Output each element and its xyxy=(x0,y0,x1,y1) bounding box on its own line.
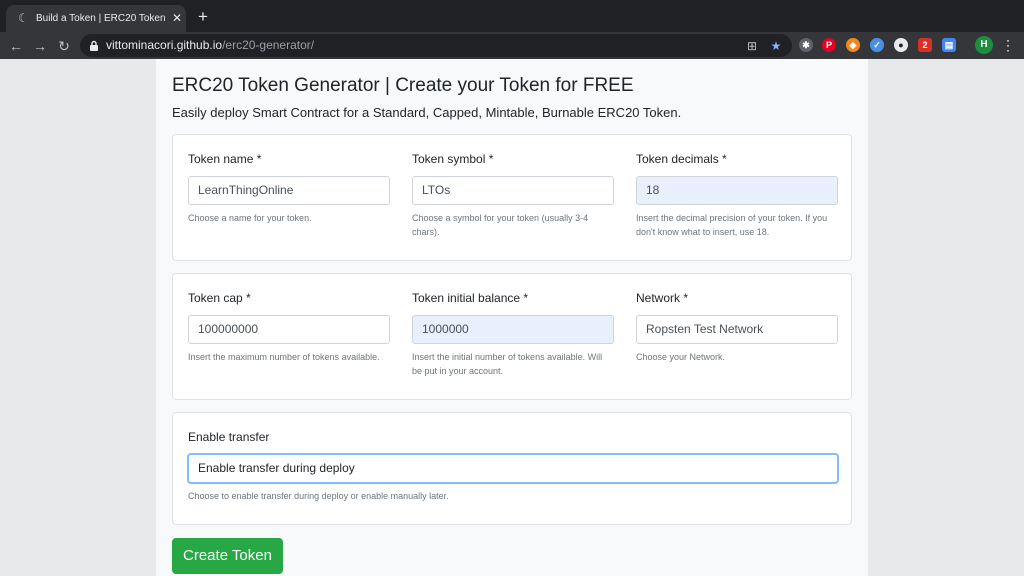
reload-icon[interactable]: ↻ xyxy=(54,36,74,56)
back-arrow-icon[interactable]: ← xyxy=(6,36,26,56)
enable-transfer-label: Enable transfer xyxy=(188,430,270,444)
token-details-card: Token name * LearnThingOnline Choose a n… xyxy=(172,134,852,261)
initial-balance-label: Token initial balance * xyxy=(412,291,529,305)
browser-tabstrip: ☾ Build a Token | ERC20 Token G ✕ + xyxy=(0,0,1024,32)
token-symbol-help: Choose a symbol for your token (usually … xyxy=(412,213,589,237)
browser-menu-icon[interactable]: ⋮ xyxy=(1001,36,1015,54)
page-title: ERC20 Token Generator | Create your Toke… xyxy=(172,75,634,96)
new-tab-button[interactable]: + xyxy=(194,8,212,26)
initial-balance-input[interactable]: 1000000 xyxy=(412,315,614,344)
network-select[interactable]: Ropsten Test Network xyxy=(636,315,838,344)
token-supply-card: Token cap * 100000000 Insert the maximum… xyxy=(172,273,852,400)
page-container: ERC20 Token Generator | Create your Toke… xyxy=(156,59,868,576)
token-cap-label: Token cap * xyxy=(188,291,251,305)
token-decimals-input[interactable]: 18 xyxy=(636,176,838,205)
enable-transfer-help: Choose to enable transfer during deploy … xyxy=(188,491,449,501)
address-bar[interactable]: vittominacori.github.io/erc20-generator/… xyxy=(80,34,792,57)
url-host: vittominacori.github.io xyxy=(106,38,223,52)
url-path: /erc20-generator/ xyxy=(222,38,315,52)
network-help: Choose your Network. xyxy=(636,352,726,362)
forward-arrow-icon[interactable]: → xyxy=(30,36,50,56)
tab-close-icon[interactable]: ✕ xyxy=(170,11,184,25)
browser-tab[interactable]: ☾ Build a Token | ERC20 Token G ✕ xyxy=(6,5,186,32)
gear-extension-icon[interactable]: ✱ xyxy=(799,38,813,52)
tab-loading-icon: ☾ xyxy=(18,11,29,25)
blue-extension-icon[interactable]: ▤ xyxy=(942,38,956,52)
create-token-button[interactable]: Create Token xyxy=(172,538,283,574)
pinterest-extension-icon[interactable]: P xyxy=(822,38,836,52)
token-name-label: Token name * xyxy=(188,152,262,166)
token-cap-help: Insert the maximum number of tokens avai… xyxy=(188,352,380,362)
translate-icon[interactable]: ⊞ xyxy=(744,38,760,54)
token-symbol-input[interactable]: LTOs xyxy=(412,176,614,205)
initial-balance-help: Insert the initial number of tokens avai… xyxy=(412,352,603,376)
token-name-help: Choose a name for your token. xyxy=(188,213,312,223)
token-name-input[interactable]: LearnThingOnline xyxy=(188,176,390,205)
enable-transfer-select[interactable]: Enable transfer during deploy xyxy=(188,454,838,483)
lock-icon xyxy=(90,40,98,51)
browser-toolbar: ← → ↻ vittominacori.github.io/erc20-gene… xyxy=(0,32,1024,59)
circle-extension-icon[interactable]: ● xyxy=(894,38,908,52)
token-cap-input[interactable]: 100000000 xyxy=(188,315,390,344)
token-decimals-label: Token decimals * xyxy=(636,152,727,166)
transfer-card: Enable transfer Enable transfer during d… xyxy=(172,412,852,525)
metamask-extension-icon[interactable]: ◆ xyxy=(846,38,860,52)
page-lead: Easily deploy Smart Contract for a Stand… xyxy=(172,105,682,120)
bookmark-star-icon[interactable]: ★ xyxy=(768,38,784,54)
token-decimals-help: Insert the decimal precision of your tok… xyxy=(636,213,828,237)
red-extension-icon[interactable]: 2 xyxy=(918,38,932,52)
url-text: vittominacori.github.io/erc20-generator/ xyxy=(106,38,314,53)
token-symbol-label: Token symbol * xyxy=(412,152,494,166)
network-label: Network * xyxy=(636,291,689,305)
profile-avatar[interactable]: H xyxy=(975,36,993,54)
tab-title: Build a Token | ERC20 Token G xyxy=(36,13,168,24)
check-extension-icon[interactable]: ✓ xyxy=(870,38,884,52)
